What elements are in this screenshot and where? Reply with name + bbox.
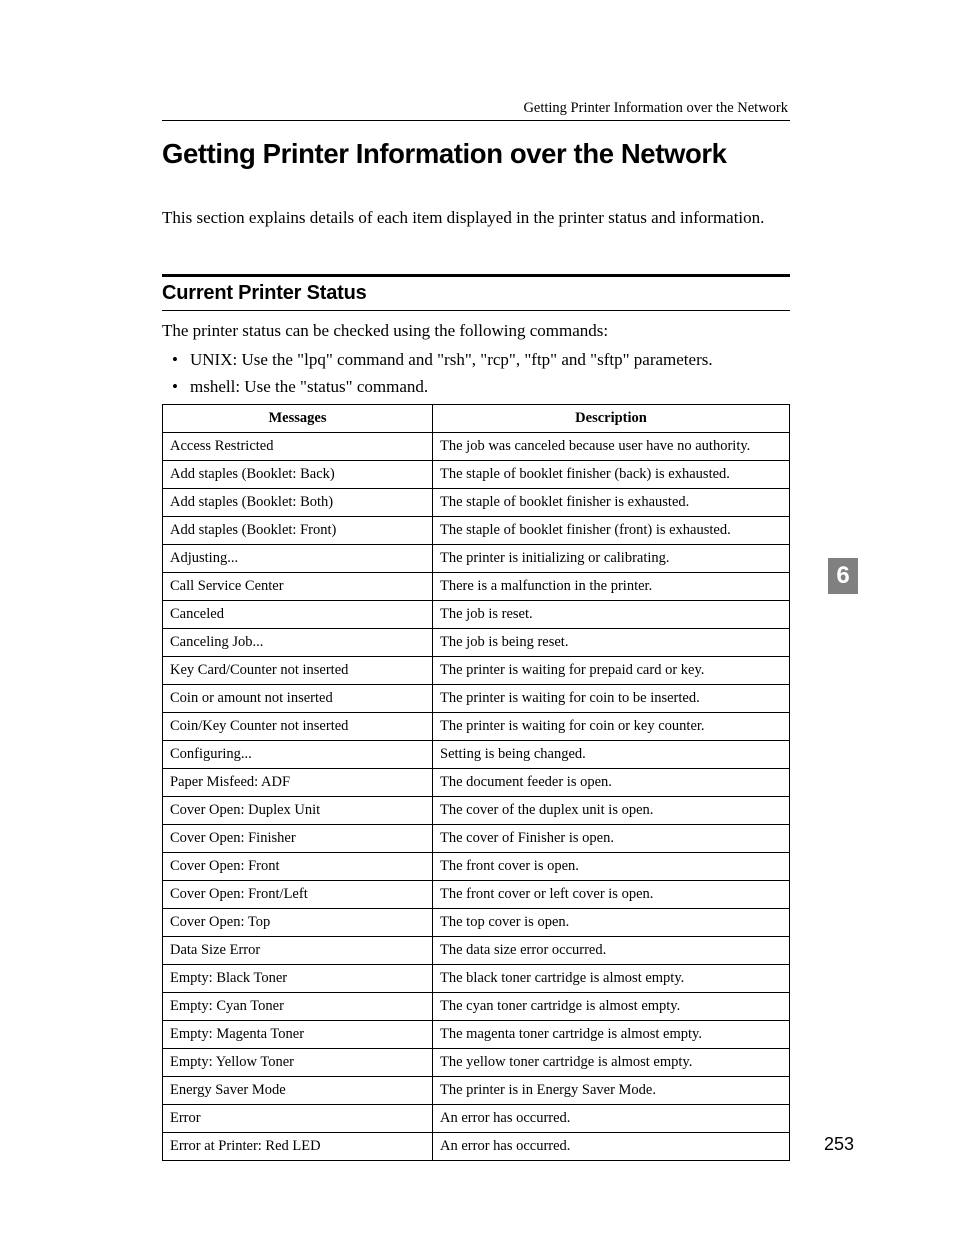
list-item: UNIX: Use the "lpq" command and "rsh", "… xyxy=(162,346,790,373)
table-header-description: Description xyxy=(433,405,790,433)
table-row: Add staples (Booklet: Back)The staple of… xyxy=(163,461,790,489)
table-row: Cover Open: FrontThe front cover is open… xyxy=(163,853,790,881)
table-row: Adjusting...The printer is initializing … xyxy=(163,545,790,573)
header-rule xyxy=(162,120,790,121)
description-cell: The document feeder is open. xyxy=(433,769,790,797)
message-cell: Data Size Error xyxy=(163,937,433,965)
table-row: Canceling Job...The job is being reset. xyxy=(163,629,790,657)
message-cell: Configuring... xyxy=(163,741,433,769)
description-cell: The printer is in Energy Saver Mode. xyxy=(433,1077,790,1105)
section-rule-thin xyxy=(162,310,790,311)
message-cell: Coin or amount not inserted xyxy=(163,685,433,713)
message-cell: Cover Open: Front xyxy=(163,853,433,881)
description-cell: The data size error occurred. xyxy=(433,937,790,965)
description-cell: Setting is being changed. xyxy=(433,741,790,769)
description-cell: An error has occurred. xyxy=(433,1105,790,1133)
message-cell: Empty: Magenta Toner xyxy=(163,1021,433,1049)
section-rule-thick xyxy=(162,274,790,277)
description-cell: The yellow toner cartridge is almost emp… xyxy=(433,1049,790,1077)
table-row: ErrorAn error has occurred. xyxy=(163,1105,790,1133)
message-cell: Key Card/Counter not inserted xyxy=(163,657,433,685)
message-cell: Energy Saver Mode xyxy=(163,1077,433,1105)
description-cell: The job is being reset. xyxy=(433,629,790,657)
table-row: Cover Open: TopThe top cover is open. xyxy=(163,909,790,937)
table-row: Coin or amount not insertedThe printer i… xyxy=(163,685,790,713)
list-item: mshell: Use the "status" command. xyxy=(162,373,790,400)
description-cell: The printer is waiting for coin or key c… xyxy=(433,713,790,741)
description-cell: The front cover is open. xyxy=(433,853,790,881)
table-row: Key Card/Counter not insertedThe printer… xyxy=(163,657,790,685)
table-row: Access RestrictedThe job was canceled be… xyxy=(163,433,790,461)
description-cell: The staple of booklet finisher is exhaus… xyxy=(433,489,790,517)
table-row: CanceledThe job is reset. xyxy=(163,601,790,629)
message-cell: Paper Misfeed: ADF xyxy=(163,769,433,797)
description-cell: The front cover or left cover is open. xyxy=(433,881,790,909)
table-header-row: Messages Description xyxy=(163,405,790,433)
description-cell: The staple of booklet finisher (back) is… xyxy=(433,461,790,489)
description-cell: The staple of booklet finisher (front) i… xyxy=(433,517,790,545)
message-cell: Access Restricted xyxy=(163,433,433,461)
table-row: Configuring...Setting is being changed. xyxy=(163,741,790,769)
message-cell: Call Service Center xyxy=(163,573,433,601)
message-cell: Empty: Cyan Toner xyxy=(163,993,433,1021)
description-cell: The printer is initializing or calibrati… xyxy=(433,545,790,573)
message-cell: Cover Open: Top xyxy=(163,909,433,937)
intro-paragraph: This section explains details of each it… xyxy=(162,207,790,230)
table-row: Add staples (Booklet: Front)The staple o… xyxy=(163,517,790,545)
table-row: Empty: Black TonerThe black toner cartri… xyxy=(163,965,790,993)
description-cell: There is a malfunction in the printer. xyxy=(433,573,790,601)
table-row: Coin/Key Counter not insertedThe printer… xyxy=(163,713,790,741)
table-row: Add staples (Booklet: Both)The staple of… xyxy=(163,489,790,517)
message-cell: Canceled xyxy=(163,601,433,629)
message-cell: Error xyxy=(163,1105,433,1133)
section-heading: Current Printer Status xyxy=(162,282,367,305)
description-cell: The magenta toner cartridge is almost em… xyxy=(433,1021,790,1049)
chapter-tab: 6 xyxy=(828,558,858,594)
message-cell: Add staples (Booklet: Front) xyxy=(163,517,433,545)
table-row: Call Service CenterThere is a malfunctio… xyxy=(163,573,790,601)
table-row: Cover Open: Duplex UnitThe cover of the … xyxy=(163,797,790,825)
section-description: The printer status can be checked using … xyxy=(162,321,790,341)
message-cell: Empty: Black Toner xyxy=(163,965,433,993)
message-cell: Add staples (Booklet: Both) xyxy=(163,489,433,517)
message-cell: Canceling Job... xyxy=(163,629,433,657)
table-row: Energy Saver ModeThe printer is in Energ… xyxy=(163,1077,790,1105)
message-cell: Empty: Yellow Toner xyxy=(163,1049,433,1077)
description-cell: The black toner cartridge is almost empt… xyxy=(433,965,790,993)
description-cell: The printer is waiting for coin to be in… xyxy=(433,685,790,713)
description-cell: The cover of the duplex unit is open. xyxy=(433,797,790,825)
table-row: Error at Printer: Red LEDAn error has oc… xyxy=(163,1133,790,1161)
table-row: Cover Open: FinisherThe cover of Finishe… xyxy=(163,825,790,853)
running-header: Getting Printer Information over the Net… xyxy=(523,100,788,117)
table-row: Empty: Magenta TonerThe magenta toner ca… xyxy=(163,1021,790,1049)
message-cell: Cover Open: Finisher xyxy=(163,825,433,853)
table-row: Paper Misfeed: ADFThe document feeder is… xyxy=(163,769,790,797)
description-cell: The cyan toner cartridge is almost empty… xyxy=(433,993,790,1021)
table-row: Empty: Yellow TonerThe yellow toner cart… xyxy=(163,1049,790,1077)
description-cell: The job is reset. xyxy=(433,601,790,629)
message-cell: Cover Open: Front/Left xyxy=(163,881,433,909)
message-cell: Add staples (Booklet: Back) xyxy=(163,461,433,489)
description-cell: The printer is waiting for prepaid card … xyxy=(433,657,790,685)
command-list: UNIX: Use the "lpq" command and "rsh", "… xyxy=(162,346,790,400)
description-cell: The cover of Finisher is open. xyxy=(433,825,790,853)
table-row: Cover Open: Front/LeftThe front cover or… xyxy=(163,881,790,909)
description-cell: The job was canceled because user have n… xyxy=(433,433,790,461)
page-title: Getting Printer Information over the Net… xyxy=(162,138,790,170)
messages-table: Messages Description Access RestrictedTh… xyxy=(162,404,790,1161)
table-row: Empty: Cyan TonerThe cyan toner cartridg… xyxy=(163,993,790,1021)
message-cell: Adjusting... xyxy=(163,545,433,573)
message-cell: Coin/Key Counter not inserted xyxy=(163,713,433,741)
description-cell: The top cover is open. xyxy=(433,909,790,937)
message-cell: Cover Open: Duplex Unit xyxy=(163,797,433,825)
table-header-messages: Messages xyxy=(163,405,433,433)
page-number: 253 xyxy=(824,1134,854,1155)
description-cell: An error has occurred. xyxy=(433,1133,790,1161)
message-cell: Error at Printer: Red LED xyxy=(163,1133,433,1161)
table-row: Data Size ErrorThe data size error occur… xyxy=(163,937,790,965)
